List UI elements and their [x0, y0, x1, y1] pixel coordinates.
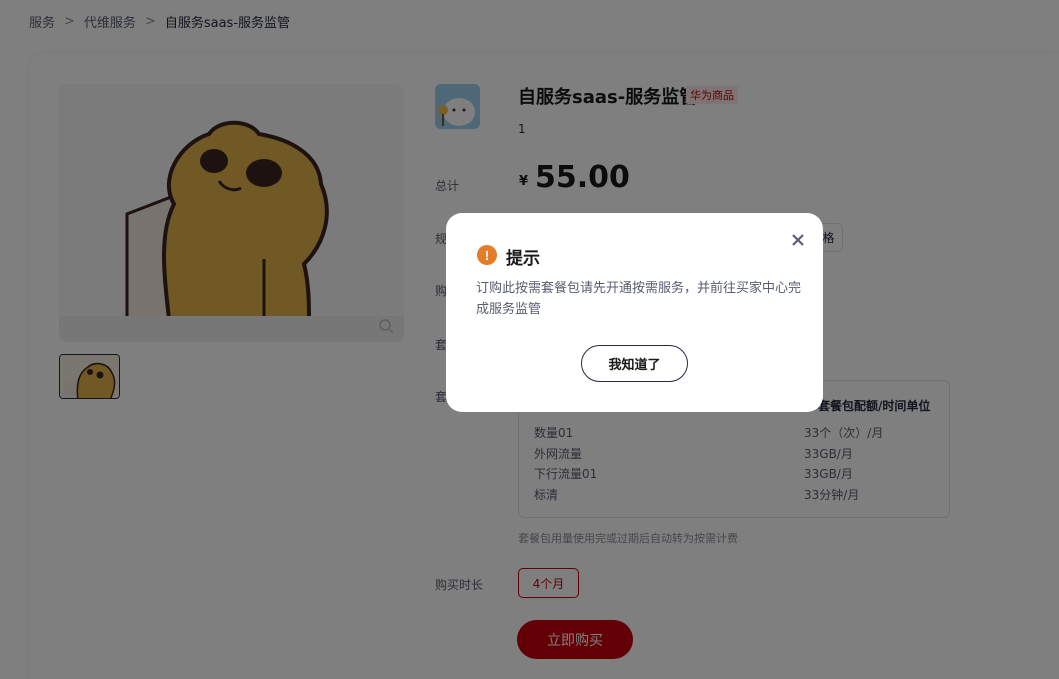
- dialog-message: 订购此按需套餐包请先开通按需服务，并前往买家中心完成服务监管: [476, 281, 802, 317]
- acknowledge-button[interactable]: 我知道了: [581, 345, 688, 382]
- notice-dialog: ! 提示 订购此按需套餐包请先开通按需服务，并前往买家中心完成服务监管 我知道了: [446, 213, 823, 412]
- dialog-title: 提示: [506, 249, 540, 269]
- warning-icon: !: [477, 245, 497, 265]
- close-icon[interactable]: [791, 233, 805, 247]
